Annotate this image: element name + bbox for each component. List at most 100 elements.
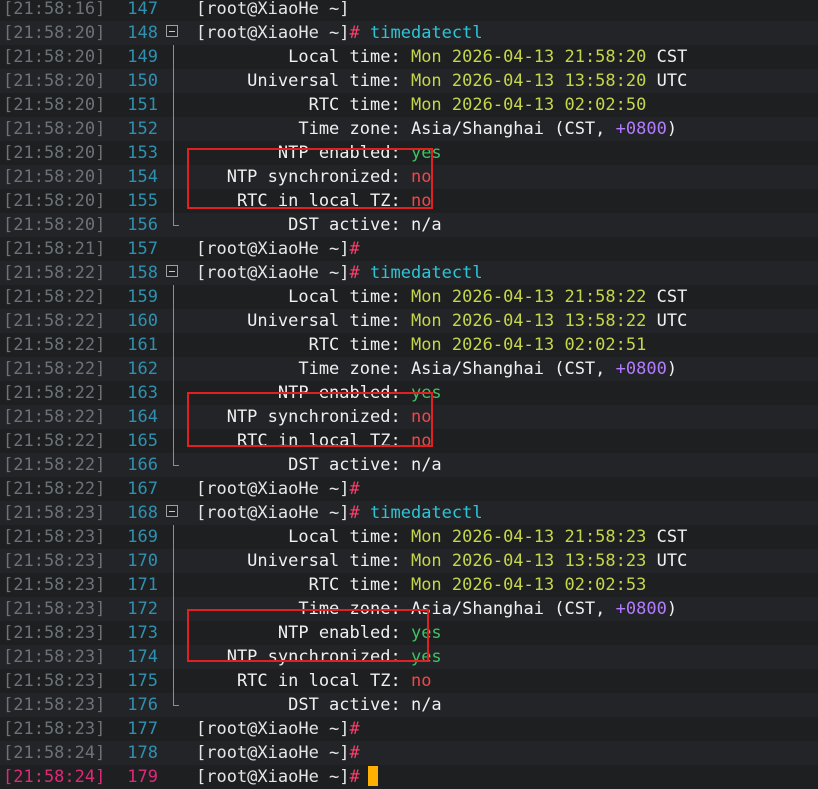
fold-gutter — [164, 645, 182, 669]
line-content: RTC time: Mon 2026-04-13 02:02:53 — [196, 573, 647, 597]
fold-gutter — [164, 117, 182, 141]
field-value: Mon 2026-04-13 13:58:22 — [410, 311, 647, 331]
fold-guide-line — [173, 333, 174, 357]
fold-toggle-icon[interactable] — [166, 25, 178, 37]
line-number: 162 — [127, 359, 158, 379]
terminal-line: [21:58:20] 149 Local time: Mon 2026-04-13… — [0, 45, 818, 69]
field-value: n/a — [410, 695, 442, 715]
line-number: 150 — [127, 71, 158, 91]
terminal-line: [21:58:20] 148 [root@XiaoHe ~]# timedatect… — [0, 21, 818, 45]
line-content: Time zone: Asia/Shanghai (CST, +0800) — [196, 117, 677, 141]
field-value: Mon 2026-04-13 02:02:50 — [410, 95, 647, 115]
fold-gutter — [164, 189, 182, 213]
timestamp: [21:58:24] — [3, 767, 106, 787]
shell-prompt: [root@XiaoHe ~] — [196, 0, 350, 19]
line-number: 152 — [127, 119, 158, 139]
fold-gutter — [164, 597, 182, 621]
fold-guide-line — [173, 597, 174, 621]
shell-prompt: [root@XiaoHe ~] — [196, 503, 350, 523]
line-content: DST active: n/a — [196, 453, 442, 477]
timestamp: [21:58:20] — [3, 167, 106, 187]
command-text: timedatectl — [370, 263, 483, 283]
fold-guide-line — [173, 165, 174, 189]
fold-toggle-icon[interactable] — [166, 505, 178, 517]
separator: : — [390, 527, 411, 547]
field-key: RTC in local TZ — [196, 671, 391, 691]
terminal-line: [21:58:16] 147 [root@XiaoHe ~] — [0, 0, 818, 21]
prompt-hash: # — [349, 239, 360, 259]
fold-guide-line — [173, 549, 174, 573]
fold-gutter — [164, 69, 182, 93]
fold-gutter — [164, 549, 182, 573]
terminal-line: [21:58:20] 152 Time zone: Asia/Shanghai (… — [0, 117, 818, 141]
field-value: Mon 2026-04-13 21:58:23 — [410, 527, 647, 547]
timezone-suffix: CST — [646, 527, 688, 547]
separator: : — [390, 47, 411, 67]
timestamp: [21:58:23] — [3, 647, 106, 667]
line-number: 151 — [127, 95, 158, 115]
terminal-line: [21:58:23] 170 Universal time: Mon 2026-0… — [0, 549, 818, 573]
line-number: 176 — [127, 695, 158, 715]
field-key: Time zone — [196, 359, 391, 379]
terminal-line: [21:58:24] 179 [root@XiaoHe ~]# — [0, 765, 818, 789]
timestamp: [21:58:23] — [3, 599, 106, 619]
fold-gutter — [164, 285, 182, 309]
fold-guide-line — [173, 405, 174, 429]
fold-gutter — [164, 477, 182, 501]
timestamp: [21:58:20] — [3, 143, 106, 163]
terminal-line: [21:58:23] 168 [root@XiaoHe ~]# timedatect… — [0, 501, 818, 525]
fold-guide-line — [173, 93, 174, 117]
fold-guide-line — [173, 573, 174, 597]
field-value: Mon 2026-04-13 02:02:53 — [410, 575, 647, 595]
separator: : — [390, 95, 411, 115]
fold-gutter — [164, 741, 182, 765]
block-cursor-icon[interactable] — [367, 766, 378, 786]
line-content: [root@XiaoHe ~] — [196, 0, 350, 21]
line-number: 147 — [127, 0, 158, 19]
timestamp: [21:58:20] — [3, 119, 106, 139]
line-number: 161 — [127, 335, 158, 355]
line-content: Local time: Mon 2026-04-13 21:58:22 CST — [196, 285, 687, 309]
field-key: Time zone — [196, 119, 391, 139]
field-value: Mon 2026-04-13 21:58:20 — [410, 47, 647, 67]
separator: : — [390, 287, 411, 307]
line-content: Universal time: Mon 2026-04-13 13:58:20 … — [196, 69, 687, 93]
line-content: RTC time: Mon 2026-04-13 02:02:50 — [196, 93, 647, 117]
timestamp: [21:58:22] — [3, 287, 106, 307]
line-number: 179 — [127, 767, 158, 787]
terminal-line: [21:58:22] 161 RTC time: Mon 2026-04-13 0… — [0, 333, 818, 357]
paren: ) — [666, 359, 678, 379]
fold-toggle-icon[interactable] — [166, 265, 178, 277]
line-content: [root@XiaoHe ~]# — [196, 237, 360, 261]
line-number: 157 — [127, 239, 158, 259]
fold-gutter — [164, 693, 182, 717]
prompt-hash: # — [349, 719, 360, 739]
field-key: Local time — [196, 287, 391, 307]
timestamp: [21:58:23] — [3, 551, 106, 571]
fold-guide-line — [173, 621, 174, 645]
shell-prompt: [root@XiaoHe ~] — [196, 479, 350, 499]
shell-prompt: [root@XiaoHe ~] — [196, 719, 350, 739]
fold-gutter — [164, 669, 182, 693]
line-content: DST active: n/a — [196, 213, 442, 237]
line-content: Universal time: Mon 2026-04-13 13:58:23 … — [196, 549, 687, 573]
line-content: [root@XiaoHe ~]# — [196, 765, 378, 789]
fold-gutter — [164, 453, 182, 477]
timezone-value: : Asia/Shanghai (CST, — [390, 119, 616, 139]
shell-prompt: [root@XiaoHe ~] — [196, 263, 350, 283]
fold-gutter — [164, 381, 182, 405]
timestamp: [21:58:16] — [3, 0, 106, 19]
terminal-line: [21:58:21] 157 [root@XiaoHe ~]# — [0, 237, 818, 261]
fold-gutter — [164, 717, 182, 741]
separator: : — [390, 71, 411, 91]
field-value: Mon 2026-04-13 02:02:51 — [410, 335, 647, 355]
line-number: 173 — [127, 623, 158, 643]
field-key: DST active — [196, 215, 391, 235]
timestamp: [21:58:22] — [3, 431, 106, 451]
timestamp: [21:58:22] — [3, 455, 106, 475]
field-key: Local time — [196, 47, 391, 67]
fold-guide-line — [173, 381, 174, 405]
line-number: 154 — [127, 167, 158, 187]
line-content: RTC in local TZ: no — [196, 669, 432, 693]
